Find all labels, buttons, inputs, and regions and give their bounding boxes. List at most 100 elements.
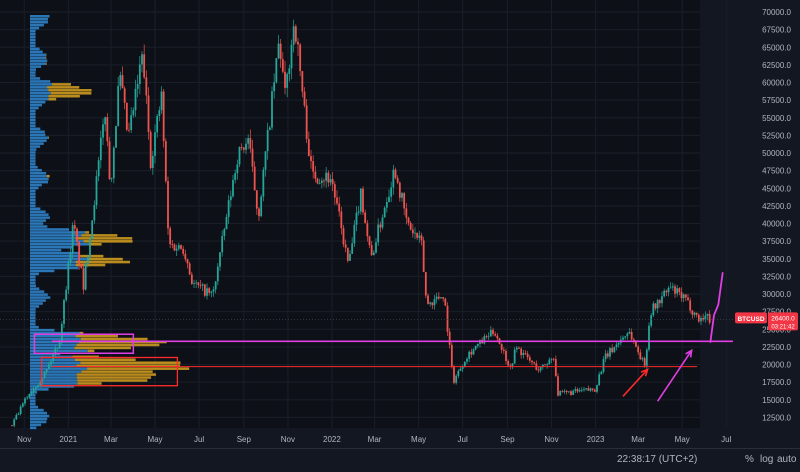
volume-profile-bar-blue — [30, 107, 39, 110]
candle-body — [325, 173, 327, 181]
candle-body — [39, 382, 41, 385]
candle-body — [37, 385, 39, 387]
candle-body — [312, 161, 314, 172]
volume-profile-bar-blue — [30, 382, 77, 385]
candle-body — [239, 147, 241, 164]
candle-body — [174, 245, 176, 251]
candle-body — [377, 225, 379, 243]
candle-body — [91, 220, 93, 239]
candle-body — [401, 193, 403, 198]
candle-body — [431, 302, 433, 305]
candle-body — [193, 283, 195, 284]
volume-profile-bar-blue — [30, 154, 36, 157]
candle-body — [516, 348, 518, 350]
candle-body — [20, 407, 22, 414]
candle-body — [46, 369, 48, 372]
candle-body — [22, 403, 24, 406]
volume-profile-bar-blue — [30, 228, 69, 231]
y-tick-label: 45000.0 — [762, 184, 791, 193]
chart-root[interactable]: 12500.015000.017500.020000.022500.025000… — [0, 0, 800, 471]
candle-body — [327, 173, 329, 183]
candle-body — [373, 253, 375, 255]
candle-body — [518, 348, 520, 349]
volume-profile-bar-blue — [30, 406, 38, 409]
candle-body — [323, 181, 325, 182]
candle-body — [269, 128, 271, 130]
candle-body — [223, 229, 225, 236]
candle-body — [176, 249, 178, 251]
auto-toggle[interactable]: auto — [777, 454, 796, 465]
log-toggle[interactable]: log — [760, 454, 773, 465]
candle-body — [87, 258, 89, 264]
candle-body — [132, 110, 134, 115]
candle-body — [659, 300, 661, 303]
candle-body — [362, 189, 364, 213]
candle-body — [182, 249, 184, 254]
volume-profile-bar-blue — [30, 213, 49, 216]
candle-body — [70, 253, 72, 263]
candle-body — [31, 392, 33, 394]
volume-profile-bar-orange — [46, 56, 47, 59]
x-tick-label: Jul — [721, 435, 731, 444]
candle-body — [403, 193, 405, 208]
candle-body — [436, 297, 438, 299]
candle-body — [629, 332, 631, 334]
symbol-label: BTCUSD — [737, 316, 764, 323]
volume-profile-bar-blue — [30, 246, 72, 249]
volume-profile-bar-blue — [30, 415, 49, 418]
candle-body — [492, 330, 494, 334]
volume-profile-bar-orange — [77, 373, 156, 376]
candle-body — [15, 415, 17, 420]
candle-body — [685, 294, 687, 297]
candle-body — [490, 330, 492, 337]
candle-body — [607, 353, 609, 356]
candle-body — [624, 336, 626, 337]
volume-profile-bar-blue — [30, 92, 51, 95]
candle-body — [540, 367, 542, 370]
candle-body — [405, 208, 407, 217]
candle-body — [468, 352, 470, 359]
volume-profile-bar-blue — [30, 86, 47, 89]
y-tick-label: 37500.0 — [762, 237, 791, 246]
volume-profile-bar-blue — [30, 314, 36, 317]
volume-profile-bar-blue — [30, 379, 77, 382]
candle-body — [187, 259, 189, 263]
y-tick-label: 55000.0 — [762, 114, 791, 123]
candle-body — [226, 217, 228, 229]
candle-body — [360, 189, 362, 212]
volume-profile-bar-orange — [46, 62, 47, 65]
volume-profile-bar-blue — [30, 145, 40, 148]
candle-body — [256, 190, 258, 208]
candle-body — [655, 303, 657, 308]
volume-profile-bar-blue — [30, 95, 48, 98]
candle-body — [444, 299, 446, 306]
percent-toggle[interactable]: % — [745, 454, 754, 465]
volume-profile-bar-orange — [47, 175, 50, 178]
clock-readout[interactable]: 22:38:17 (UTC+2) — [617, 454, 697, 465]
volume-profile-bar-blue — [30, 193, 36, 196]
candle-body — [577, 389, 579, 391]
volume-profile-bar-blue — [30, 237, 75, 240]
volume-profile-bar-orange — [80, 361, 180, 364]
candle-body — [228, 200, 230, 217]
candle-body — [590, 388, 592, 390]
candle-body — [392, 170, 394, 188]
candle-body — [451, 345, 453, 367]
candle-body — [158, 110, 160, 116]
candle-body — [587, 388, 589, 390]
y-tick-label: 42500.0 — [762, 202, 791, 211]
y-tick-label: 35000.0 — [762, 255, 791, 264]
volume-profile-bar-blue — [30, 122, 36, 125]
candle-body — [200, 285, 202, 286]
volume-profile-bar-orange — [51, 92, 92, 95]
candle-body — [152, 156, 154, 168]
candle-body — [353, 225, 355, 244]
candle-body — [455, 376, 457, 383]
volume-profile-bar-blue — [30, 347, 74, 350]
volume-profile-bar-blue — [30, 376, 77, 379]
volume-profile-bar-blue — [30, 284, 36, 287]
volume-profile-bar-blue — [30, 169, 42, 172]
volume-profile-bar-orange — [47, 86, 79, 89]
candle-body — [631, 332, 633, 339]
candle-body — [254, 167, 256, 191]
